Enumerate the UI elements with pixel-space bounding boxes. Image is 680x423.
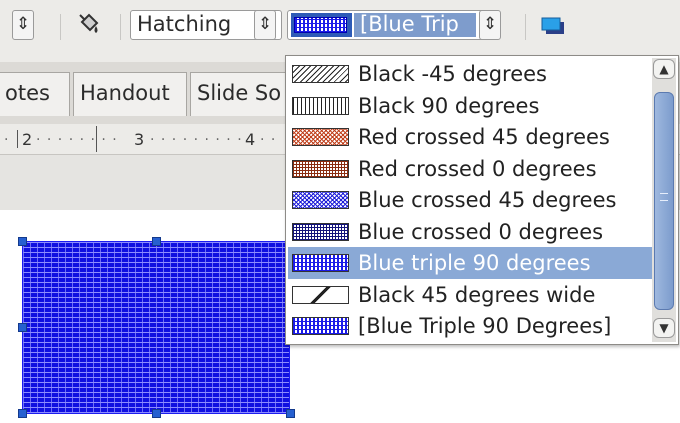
- dropdown-item[interactable]: Red crossed 0 degrees: [288, 153, 652, 185]
- ruler-mark-3: 3: [134, 130, 145, 149]
- hatch-swatch-icon: [292, 285, 349, 304]
- dropdown-item[interactable]: [Blue Triple 90 Degrees]: [288, 310, 652, 342]
- fill-swatch-icon: [294, 17, 347, 33]
- hatch-swatch-icon: [292, 222, 349, 241]
- tab-handout-label: Handout: [80, 81, 170, 105]
- dropdown-item-label: Black -45 degrees: [358, 62, 547, 86]
- hatch-swatch-icon: [292, 159, 349, 178]
- shadow-icon[interactable]: [541, 17, 565, 35]
- hatch-swatch-icon: [292, 128, 349, 146]
- dropdown-item[interactable]: Blue crossed 0 degrees: [288, 216, 652, 248]
- resize-handle-top[interactable]: [152, 237, 161, 246]
- ruler-mark-2: 2: [22, 130, 33, 149]
- ruler-mark-4: 4: [245, 130, 256, 149]
- grip-icon: [660, 193, 668, 201]
- ruler-tab-marker: [96, 126, 97, 152]
- hatch-swatch-icon: [292, 317, 349, 335]
- tab-slide-sorter-label: Slide So: [197, 81, 282, 105]
- dropdown-item-label: Blue crossed 45 degrees: [358, 188, 617, 212]
- resize-handle-bottom-right[interactable]: [286, 409, 295, 418]
- dropdown-item-label: Red crossed 45 degrees: [358, 125, 610, 149]
- scroll-down-icon[interactable]: ▼: [653, 318, 675, 338]
- scrollbar-thumb[interactable]: [654, 92, 674, 310]
- hatch-swatch-icon: [292, 191, 349, 209]
- dropdown-item[interactable]: Black 45 degrees wide: [288, 279, 652, 311]
- dropdown-item-label: Blue triple 90 degrees: [358, 251, 591, 275]
- hatching-dropdown-list[interactable]: Black -45 degrees Black 90 degrees Red cro…: [285, 55, 679, 345]
- scroll-up-icon[interactable]: ▲: [653, 59, 675, 79]
- resize-handle-bottom[interactable]: [152, 409, 161, 418]
- dropdown-item[interactable]: Red crossed 45 degrees: [288, 121, 652, 153]
- resize-handle-top-left[interactable]: [18, 237, 27, 246]
- toolbar-separator: [60, 14, 61, 40]
- area-style-value: Hatching: [137, 12, 232, 36]
- dropdown-item[interactable]: Blue triple 90 degrees: [288, 247, 652, 279]
- area-style-spin-icon[interactable]: ⇕: [254, 10, 276, 40]
- dropdown-item-label: [Blue Triple 90 Degrees]: [358, 314, 612, 338]
- dropdown-item-label: Black 45 degrees wide: [358, 282, 596, 307]
- paint-bucket-icon[interactable]: [76, 12, 102, 38]
- dropdown-item-label: Blue crossed 0 degrees: [358, 219, 604, 244]
- toolbar-separator: [120, 14, 121, 40]
- tab-slide-sorter[interactable]: Slide So: [190, 72, 290, 116]
- formatting-toolbar: ⇕ Hatching ⇕ [Blue Trip ⇕: [0, 0, 680, 62]
- dropdown-item[interactable]: Blue crossed 45 degrees: [288, 184, 652, 216]
- ruler-indent-marker: [17, 130, 18, 148]
- hatch-swatch-icon: [292, 65, 349, 83]
- resize-handle-left[interactable]: [18, 323, 27, 332]
- dropdown-item[interactable]: Black -45 degrees: [288, 58, 652, 90]
- ruler-ticks: ·: [4, 132, 10, 148]
- hatch-swatch-icon: [292, 254, 349, 272]
- selected-rectangle-shape[interactable]: [22, 241, 290, 414]
- tab-notes[interactable]: otes: [0, 72, 70, 116]
- tab-notes-label: otes: [5, 81, 50, 105]
- fill-spin-icon[interactable]: ⇕: [479, 10, 501, 40]
- toolbar-separator: [525, 14, 526, 40]
- ruler-ticks: · ·: [260, 132, 277, 148]
- resize-handle-bottom-left[interactable]: [18, 409, 27, 418]
- hatch-swatch-icon: [292, 96, 349, 115]
- tab-handout[interactable]: Handout: [73, 72, 187, 116]
- ruler-ticks: · · · · · · · · ·: [150, 132, 243, 148]
- dropdown-item[interactable]: Black 90 degrees: [288, 90, 652, 122]
- dropdown-item-label: Black 90 degrees: [358, 93, 540, 118]
- fill-value: [Blue Trip: [360, 12, 459, 36]
- dropdown-item-label: Red crossed 0 degrees: [358, 156, 597, 181]
- ruler-ticks: · · · · · · · ·: [36, 132, 118, 148]
- spin-updown-icon[interactable]: ⇕: [12, 10, 34, 40]
